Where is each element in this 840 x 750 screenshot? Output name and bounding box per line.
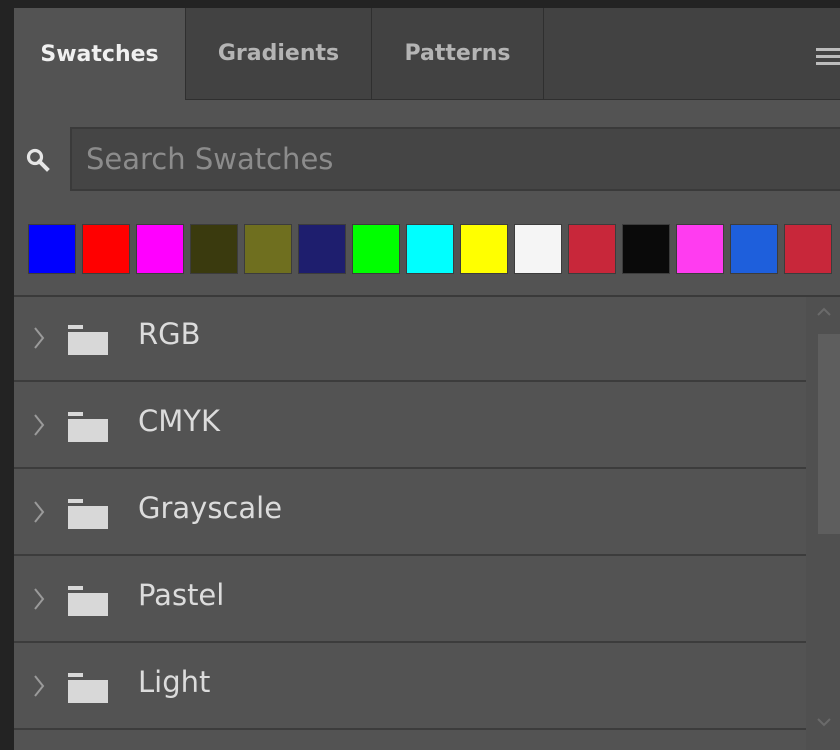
group-item-cmyk[interactable]: CMYK — [14, 384, 806, 469]
color-swatch[interactable] — [514, 224, 562, 274]
color-swatch[interactable] — [676, 224, 724, 274]
scroll-up-arrow-icon[interactable] — [816, 307, 832, 317]
tab-patterns[interactable]: Patterns — [372, 8, 544, 99]
color-swatch[interactable] — [298, 224, 346, 274]
group-label: Pastel — [138, 578, 225, 612]
folder-icon — [68, 499, 108, 529]
search-input[interactable] — [72, 129, 840, 189]
scroll-down-arrow-icon[interactable] — [816, 717, 832, 727]
panel-top-edge — [0, 0, 840, 8]
swatch-group-list: RGB CMYK Grayscale Pastel Light — [14, 297, 806, 750]
group-label: RGB — [138, 317, 201, 351]
group-item-grayscale[interactable]: Grayscale — [14, 471, 806, 556]
color-swatch[interactable] — [784, 224, 832, 274]
folder-icon — [68, 325, 108, 355]
folder-icon — [68, 673, 108, 703]
chevron-right-icon[interactable] — [32, 670, 46, 702]
folder-icon — [68, 586, 108, 616]
group-label: Light — [138, 665, 211, 699]
search-field[interactable] — [70, 127, 840, 191]
color-swatch[interactable] — [460, 224, 508, 274]
recent-swatches-row — [28, 224, 840, 282]
chevron-right-icon[interactable] — [32, 409, 46, 441]
group-label: CMYK — [138, 404, 221, 438]
scroll-thumb[interactable] — [818, 334, 840, 534]
tab-swatches[interactable]: Swatches — [14, 8, 186, 100]
color-swatch[interactable] — [136, 224, 184, 274]
swatches-panel: Swatches Gradients Patterns Search Swatc… — [14, 8, 840, 750]
group-item-pastel[interactable]: Pastel — [14, 558, 806, 643]
color-swatch[interactable] — [406, 224, 454, 274]
chevron-right-icon[interactable] — [32, 496, 46, 528]
folder-icon — [68, 412, 108, 442]
color-swatch[interactable] — [622, 224, 670, 274]
color-swatch[interactable] — [190, 224, 238, 274]
color-swatch[interactable] — [28, 224, 76, 274]
panel-left-edge — [0, 0, 14, 750]
vertical-scrollbar[interactable] — [806, 297, 840, 750]
color-swatch[interactable] — [82, 224, 130, 274]
color-swatch[interactable] — [352, 224, 400, 274]
chevron-right-icon[interactable] — [32, 322, 46, 354]
hamburger-menu-icon[interactable] — [816, 48, 840, 66]
tab-gradients[interactable]: Gradients — [186, 8, 372, 99]
group-label: Grayscale — [138, 491, 283, 525]
color-swatch[interactable] — [568, 224, 616, 274]
color-swatch[interactable] — [730, 224, 778, 274]
chevron-right-icon[interactable] — [32, 583, 46, 615]
search-icon — [26, 148, 50, 172]
group-item-light[interactable]: Light — [14, 645, 806, 730]
group-item-rgb[interactable]: RGB — [14, 297, 806, 382]
panel-tab-bar: Swatches Gradients Patterns — [14, 8, 840, 100]
color-swatch[interactable] — [244, 224, 292, 274]
